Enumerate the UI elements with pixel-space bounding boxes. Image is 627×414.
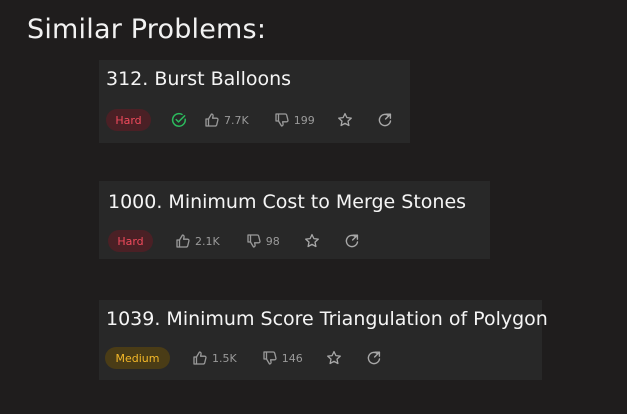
dislikes-stat[interactable]: 98 <box>245 232 280 250</box>
star-icon[interactable] <box>325 349 343 367</box>
likes-stat[interactable]: 7.7K <box>203 111 249 129</box>
thumbs-up-icon <box>191 349 209 367</box>
difficulty-badge: Hard <box>108 230 153 252</box>
thumbs-up-icon <box>174 232 192 250</box>
problem-title[interactable]: 1039. Minimum Score Triangulation of Pol… <box>106 308 548 330</box>
difficulty-badge: Medium <box>105 347 170 369</box>
dislikes-count: 199 <box>293 113 315 127</box>
star-icon[interactable] <box>336 111 354 129</box>
problem-card-minimum-cost-merge-stones[interactable]: 1000. Minimum Cost to Merge Stones Hard … <box>99 181 490 259</box>
refresh-share-icon[interactable] <box>376 111 394 129</box>
difficulty-badge: Hard <box>106 109 151 131</box>
problem-title[interactable]: 312. Burst Balloons <box>106 68 291 90</box>
dislikes-count: 98 <box>265 234 280 248</box>
thumbs-down-icon <box>261 349 279 367</box>
star-icon[interactable] <box>303 232 321 250</box>
refresh-share-icon[interactable] <box>343 232 361 250</box>
dislikes-count: 146 <box>281 351 303 365</box>
problem-meta-row: Medium 1.5K 146 <box>105 347 383 369</box>
likes-count: 1.5K <box>212 351 237 365</box>
thumbs-down-icon <box>245 232 263 250</box>
likes-count: 2.1K <box>195 234 220 248</box>
problem-card-burst-balloons[interactable]: 312. Burst Balloons Hard 7.7K 199 <box>99 60 410 143</box>
problem-card-minimum-score-triangulation[interactable]: 1039. Minimum Score Triangulation of Pol… <box>99 300 548 380</box>
page-title: Similar Problems: <box>27 14 267 45</box>
problem-meta-row: Hard 7.7K 199 <box>106 109 394 131</box>
dislikes-stat[interactable]: 199 <box>273 111 315 129</box>
refresh-share-icon[interactable] <box>365 349 383 367</box>
check-circle-icon <box>170 111 188 129</box>
dislikes-stat[interactable]: 146 <box>261 349 303 367</box>
likes-stat[interactable]: 2.1K <box>174 232 220 250</box>
thumbs-down-icon <box>273 111 291 129</box>
problem-meta-row: Hard 2.1K 98 <box>108 230 361 252</box>
thumbs-up-icon <box>203 111 221 129</box>
likes-stat[interactable]: 1.5K <box>191 349 237 367</box>
problem-title[interactable]: 1000. Minimum Cost to Merge Stones <box>108 191 466 213</box>
likes-count: 7.7K <box>224 113 249 127</box>
